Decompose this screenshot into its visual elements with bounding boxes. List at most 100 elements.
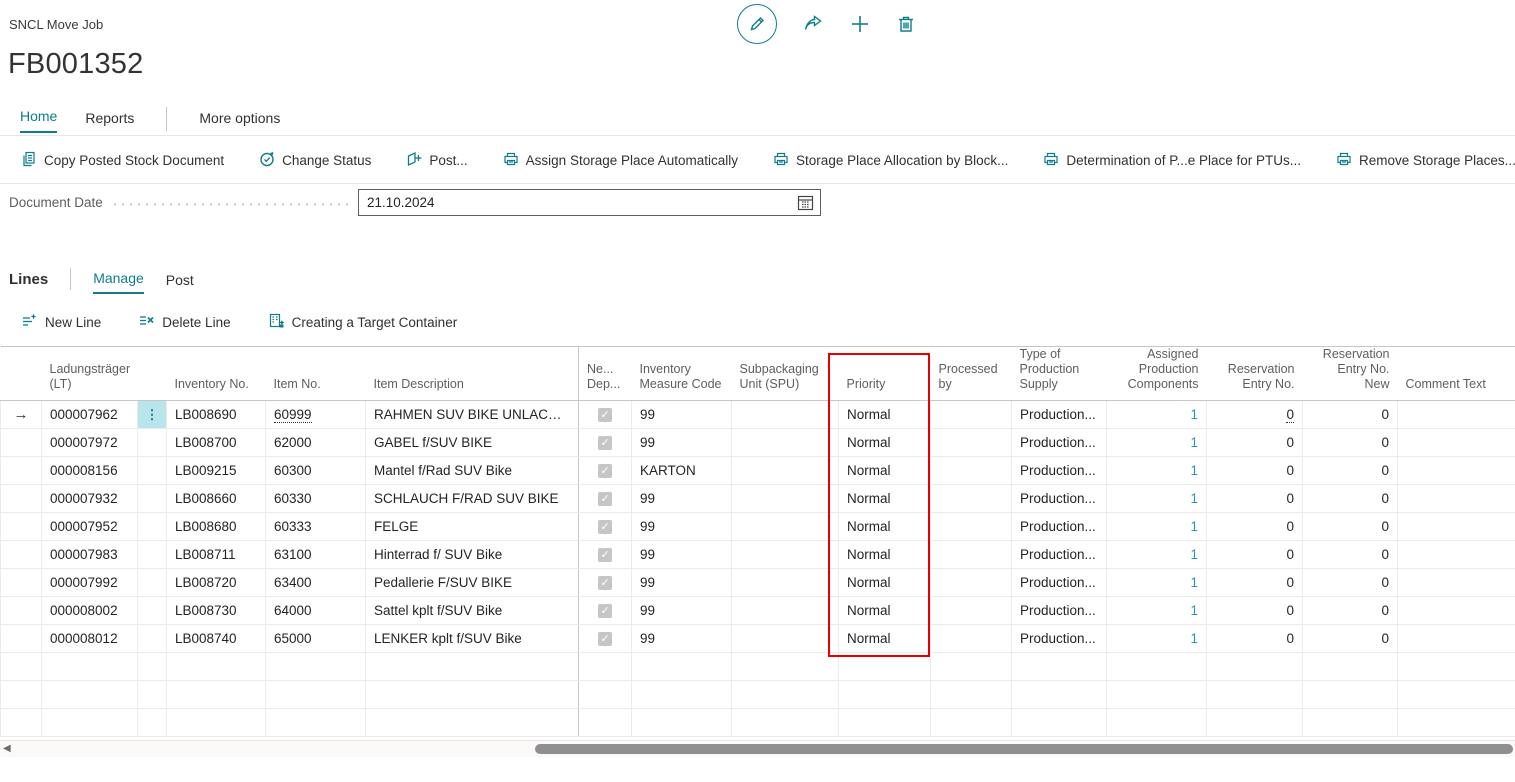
cell-type-of-production-supply[interactable]: Production...: [1012, 597, 1107, 625]
cell-empty[interactable]: [266, 681, 366, 709]
toolbar-action[interactable]: Determination of P...e Place for PTUs...: [1043, 151, 1301, 170]
cell-priority[interactable]: Normal: [839, 541, 931, 569]
cell-empty[interactable]: [1107, 653, 1207, 681]
cell-inventory-no[interactable]: LB008740: [167, 625, 266, 653]
cell-empty[interactable]: [138, 709, 167, 737]
cell-empty[interactable]: [1303, 681, 1398, 709]
cell-spu[interactable]: [732, 569, 839, 597]
cell-lt[interactable]: 000008002: [42, 597, 138, 625]
column-header-checkbox[interactable]: Ne... Dep...: [579, 347, 632, 401]
cell-spu[interactable]: [732, 513, 839, 541]
cell-empty[interactable]: [167, 653, 266, 681]
cell-reservation-entry-no[interactable]: 0: [1207, 485, 1303, 513]
cell-priority[interactable]: Normal: [839, 597, 931, 625]
cell-processed-by[interactable]: [931, 569, 1012, 597]
cell-empty[interactable]: [632, 653, 732, 681]
cell-row-menu[interactable]: [138, 625, 167, 653]
cell-item-description[interactable]: RAHMEN SUV BIKE UNLACKIE...: [366, 401, 579, 429]
cell-assigned-production-components[interactable]: 1: [1107, 401, 1207, 429]
cell-inventory-measure-code[interactable]: 99: [632, 513, 732, 541]
cell-processed-by[interactable]: [931, 597, 1012, 625]
cell-reservation-entry-no-new[interactable]: 0: [1303, 541, 1398, 569]
cell-reservation-entry-no[interactable]: 0: [1207, 625, 1303, 653]
cell-inventory-measure-code[interactable]: 99: [632, 597, 732, 625]
cell-empty[interactable]: [839, 681, 931, 709]
cell-priority[interactable]: Normal: [839, 457, 931, 485]
cell-row-menu[interactable]: [138, 429, 167, 457]
cell-priority[interactable]: Normal: [839, 569, 931, 597]
cell-inventory-no[interactable]: LB008730: [167, 597, 266, 625]
cell-assigned-production-components[interactable]: 1: [1107, 457, 1207, 485]
column-header-inventory-no[interactable]: Inventory No.: [167, 347, 266, 401]
cell-comment-text[interactable]: [1398, 597, 1515, 625]
cell-empty[interactable]: [266, 653, 366, 681]
cell-empty[interactable]: [366, 709, 579, 737]
cell-checkbox[interactable]: [579, 541, 632, 569]
cell-empty[interactable]: [1303, 709, 1398, 737]
cell-inventory-measure-code[interactable]: 99: [632, 429, 732, 457]
column-header-spu[interactable]: Subpackaging Unit (SPU): [732, 347, 839, 401]
cell-empty[interactable]: [1207, 681, 1303, 709]
cell-empty[interactable]: [579, 681, 632, 709]
cell-spu[interactable]: [732, 401, 839, 429]
cell-item-no[interactable]: 60333: [266, 513, 366, 541]
toolbar-action[interactable]: Post...: [406, 151, 467, 170]
lines-tab-post[interactable]: Post: [166, 272, 194, 294]
cell-empty[interactable]: [931, 681, 1012, 709]
cell-item-no[interactable]: 63400: [266, 569, 366, 597]
cell-row-menu[interactable]: [138, 457, 167, 485]
cell-priority[interactable]: Normal: [839, 485, 931, 513]
cell-reservation-entry-no[interactable]: 0: [1207, 597, 1303, 625]
cell-empty[interactable]: [579, 709, 632, 737]
cell-inventory-no[interactable]: LB008700: [167, 429, 266, 457]
cell-spu[interactable]: [732, 485, 839, 513]
cell-empty[interactable]: [42, 681, 138, 709]
cell-type-of-production-supply[interactable]: Production...: [1012, 513, 1107, 541]
column-header-reservation-entry-no[interactable]: Reservation Entry No.: [1207, 347, 1303, 401]
cell-checkbox[interactable]: [579, 569, 632, 597]
cell-spu[interactable]: [732, 541, 839, 569]
cell-reservation-entry-no[interactable]: 0: [1207, 513, 1303, 541]
column-header-inventory-measure-code[interactable]: Inventory Measure Code: [632, 347, 732, 401]
cell-empty[interactable]: [138, 653, 167, 681]
column-header-item-description[interactable]: Item Description: [366, 347, 579, 401]
cell-comment-text[interactable]: [1398, 457, 1515, 485]
cell-assigned-production-components[interactable]: 1: [1107, 597, 1207, 625]
cell-reservation-entry-no-new[interactable]: 0: [1303, 513, 1398, 541]
cell-processed-by[interactable]: [931, 429, 1012, 457]
cell-comment-text[interactable]: [1398, 429, 1515, 457]
cell-row-menu[interactable]: [138, 485, 167, 513]
toolbar-action[interactable]: Change Status: [259, 151, 371, 170]
cell-empty[interactable]: [931, 709, 1012, 737]
cell-checkbox[interactable]: [579, 401, 632, 429]
cell-item-description[interactable]: Sattel kplt f/SUV Bike: [366, 597, 579, 625]
cell-empty[interactable]: [42, 653, 138, 681]
cell-spu[interactable]: [732, 625, 839, 653]
cell-item-no[interactable]: 60330: [266, 485, 366, 513]
cell-empty[interactable]: [1012, 653, 1107, 681]
cell-empty[interactable]: [732, 653, 839, 681]
cell-inventory-no[interactable]: LB008660: [167, 485, 266, 513]
cell-row-menu[interactable]: [138, 597, 167, 625]
cell-inventory-measure-code[interactable]: 99: [632, 569, 732, 597]
cell-item-description[interactable]: SCHLAUCH F/RAD SUV BIKE: [366, 485, 579, 513]
cell-empty[interactable]: [138, 681, 167, 709]
cell-item-description[interactable]: GABEL f/SUV BIKE: [366, 429, 579, 457]
cell-empty[interactable]: [1303, 653, 1398, 681]
cell-inventory-measure-code[interactable]: 99: [632, 485, 732, 513]
cell-comment-text[interactable]: [1398, 569, 1515, 597]
cell-priority[interactable]: Normal: [839, 401, 931, 429]
cell-priority[interactable]: Normal: [839, 513, 931, 541]
cell-empty[interactable]: [42, 709, 138, 737]
row-options-icon[interactable]: ⋮: [145, 407, 159, 422]
cell-empty[interactable]: [167, 681, 266, 709]
cell-processed-by[interactable]: [931, 401, 1012, 429]
cell-lt[interactable]: 000007983: [42, 541, 138, 569]
cell-item-description[interactable]: Hinterrad f/ SUV Bike: [366, 541, 579, 569]
cell-empty[interactable]: [632, 681, 732, 709]
column-header-assigned-production-components[interactable]: Assigned Production Components: [1107, 347, 1207, 401]
cell-checkbox[interactable]: [579, 597, 632, 625]
toolbar-action[interactable]: Storage Place Allocation by Block...: [773, 151, 1008, 170]
cell-assigned-production-components[interactable]: 1: [1107, 569, 1207, 597]
column-header-priority[interactable]: Priority: [839, 347, 931, 401]
